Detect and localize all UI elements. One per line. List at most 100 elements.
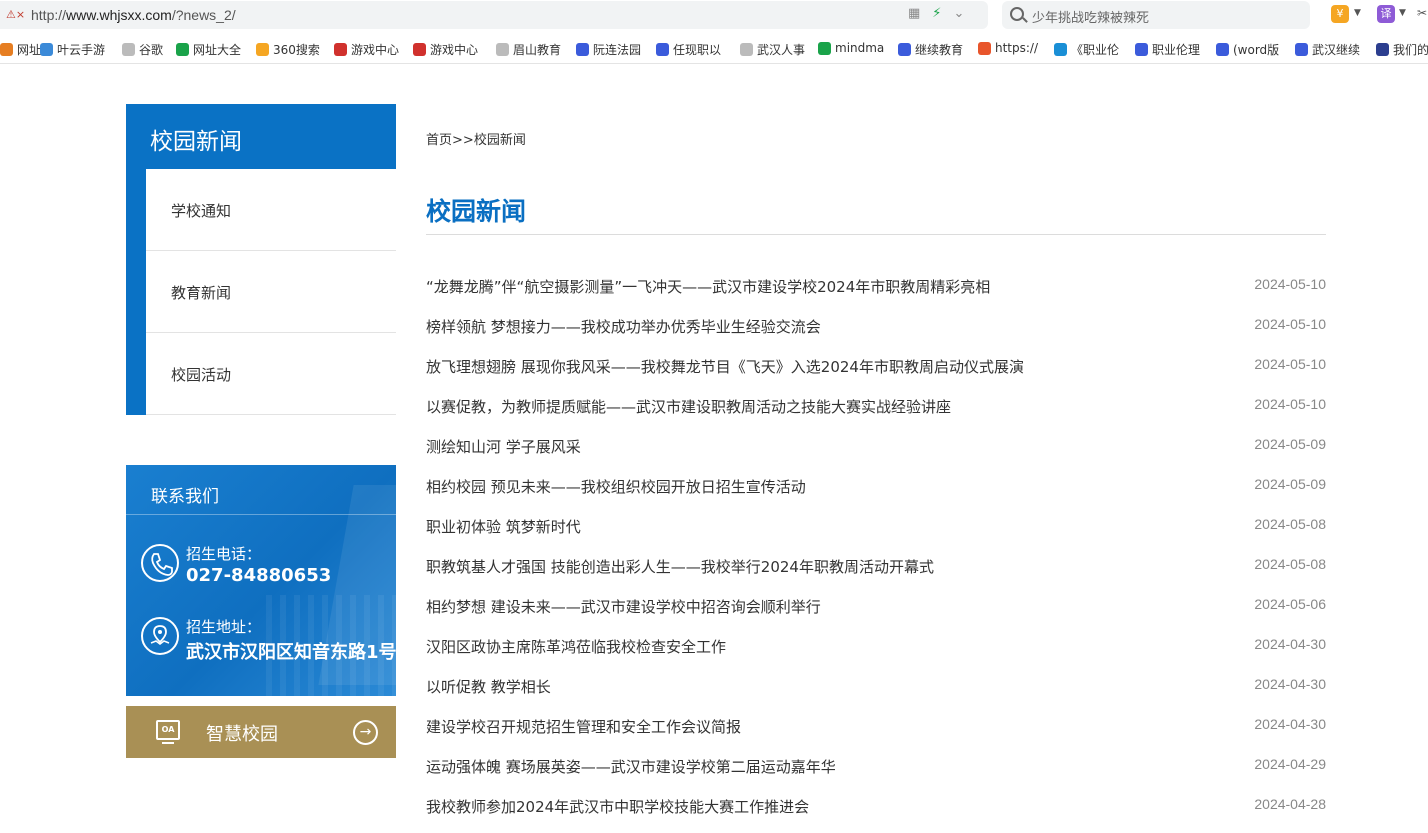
- sidebar-item-campus-activity[interactable]: 校园活动: [146, 333, 396, 415]
- bookmark-item[interactable]: 360搜索: [256, 41, 320, 58]
- bookmark-label: https://: [995, 41, 1039, 55]
- address-label: 招生地址：: [186, 618, 262, 636]
- news-item[interactable]: 职教筑基人才强国 技能创造出彩人生——我校举行2024年职教周活动开幕式 2024…: [426, 545, 1326, 585]
- caret-down-icon[interactable]: ▼: [1399, 8, 1406, 18]
- bookmark-label: 《职业伦: [1071, 43, 1120, 57]
- phone-number: 027-84880653: [186, 565, 332, 586]
- bookmark-item[interactable]: 叶云手游: [40, 41, 105, 58]
- bookmarks-bar: 网址 叶云手游 谷歌 网址大全 360搜索 游戏中心 游戏中心 眉山教育 阮连法园 任现职以 武汉人…: [0, 32, 1428, 64]
- caret-down-icon[interactable]: ▼: [1354, 8, 1361, 18]
- bookmark-item[interactable]: 游戏中心: [413, 41, 478, 58]
- news-item[interactable]: 以赛促教，为教师提质赋能——武汉市建设职教周活动之技能大赛实战经验讲座 2024-…: [426, 385, 1326, 425]
- news-title-link[interactable]: 运动强体魄 赛场展英姿——武汉市建设学校第二届运动嘉年华: [426, 756, 836, 777]
- bookmark-label: 360搜索: [273, 43, 320, 57]
- contact-panel: 联系我们 招生电话： 027-84880653 招生地址： 武汉市汉阳区知音东路…: [126, 465, 396, 696]
- news-date: 2024-05-10: [1254, 276, 1326, 292]
- news-title-link[interactable]: 相约校园 预见未来——我校组织校园开放日招生宣传活动: [426, 476, 806, 497]
- insecure-icon[interactable]: ⚠×: [6, 8, 25, 21]
- bookmark-item[interactable]: 《职业伦: [1054, 41, 1119, 58]
- bookmark-label: mindma: [835, 41, 885, 55]
- bookmark-item[interactable]: 职业伦理: [1135, 41, 1200, 58]
- news-title-link[interactable]: 汉阳区政协主席陈革鸿莅临我校检查安全工作: [426, 636, 726, 657]
- news-item[interactable]: 运动强体魄 赛场展英姿——武汉市建设学校第二届运动嘉年华 2024-04-29: [426, 745, 1326, 785]
- chevron-down-icon[interactable]: ⌄: [953, 6, 964, 21]
- news-title-link[interactable]: 以听促教 教学相长: [426, 676, 551, 697]
- address-url[interactable]: http://www.whjsxx.com/?news_2/: [31, 7, 236, 23]
- bar-icon: [1376, 43, 1389, 56]
- news-date: 2024-05-09: [1254, 436, 1326, 452]
- ring-icon: [256, 43, 269, 56]
- smart-campus-button[interactable]: OA 智慧校园 →: [126, 706, 396, 758]
- news-item[interactable]: 相约梦想 建设未来——武汉市建设学校中招咨询会顺利举行 2024-05-06: [426, 585, 1326, 625]
- bookmark-label: (word版: [1233, 43, 1280, 57]
- qr-code-icon[interactable]: ▦: [908, 6, 920, 21]
- bookmark-item[interactable]: 我们的: [1376, 41, 1428, 58]
- bolt-icon[interactable]: ⚡: [932, 6, 941, 21]
- news-title-link[interactable]: 以赛促教，为教师提质赋能——武汉市建设职教周活动之技能大赛实战经验讲座: [426, 396, 951, 417]
- news-title-link[interactable]: 职业初体验 筑梦新时代: [426, 516, 581, 537]
- paw-icon: [576, 43, 589, 56]
- breadcrumb-home[interactable]: 首页: [426, 133, 452, 148]
- sidebar-item-education-news[interactable]: 教育新闻: [146, 251, 396, 333]
- cloud-icon: [40, 43, 53, 56]
- news-date: 2024-05-10: [1254, 316, 1326, 332]
- sidebar-item-label: 教育新闻: [171, 284, 232, 302]
- bookmark-item[interactable]: 任现职以: [656, 41, 721, 58]
- book-icon: [1054, 43, 1067, 56]
- news-title-link[interactable]: 榜样领航 梦想接力——我校成功举办优秀毕业生经验交流会: [426, 316, 821, 337]
- news-item[interactable]: 建设学校召开规范招生管理和安全工作会议简报 2024-04-30: [426, 705, 1326, 745]
- news-date: 2024-04-30: [1254, 636, 1326, 652]
- bookmark-item[interactable]: 阮连法园: [576, 41, 641, 58]
- bookmark-item[interactable]: 继续教育: [898, 41, 963, 58]
- news-title-link[interactable]: 我校教师参加2024年武汉市中职学校技能大赛工作推进会: [426, 796, 809, 817]
- news-title-link[interactable]: “龙舞龙腾”伴“航空摄影测量”一飞冲天——武汉市建设学校2024年市职教周精彩亮…: [426, 276, 990, 297]
- oa-icon: OA: [156, 720, 180, 744]
- news-list: “龙舞龙腾”伴“航空摄影测量”一飞冲天——武汉市建设学校2024年市职教周精彩亮…: [426, 265, 1326, 825]
- bookmark-label: 继续教育: [915, 43, 964, 57]
- shield-extension-icon[interactable]: ¥: [1331, 5, 1349, 23]
- bookmark-item[interactable]: 武汉人事: [740, 41, 805, 58]
- sidebar-item-school-notice[interactable]: 学校通知: [146, 169, 396, 251]
- bookmark-label: 游戏中心: [430, 43, 479, 57]
- browser-search-box[interactable]: 少年挑战吃辣被辣死: [1002, 1, 1310, 29]
- sidebar-item-label: 学校通知: [171, 202, 232, 220]
- news-title-link[interactable]: 相约梦想 建设未来——武汉市建设学校中招咨询会顺利举行: [426, 596, 821, 617]
- translate-extension-icon[interactable]: 译: [1377, 5, 1395, 23]
- news-item[interactable]: 以听促教 教学相长 2024-04-30: [426, 665, 1326, 705]
- search-placeholder: 少年挑战吃辣被辣死: [1032, 11, 1150, 26]
- news-item[interactable]: 放飞理想翅膀 展现你我风采——我校舞龙节目《飞天》入选2024年市职教周启动仪式…: [426, 345, 1326, 385]
- breadcrumb-current[interactable]: 校园新闻: [474, 133, 526, 148]
- paw-icon: [1135, 43, 1148, 56]
- bookmark-item[interactable]: 游戏中心: [334, 41, 399, 58]
- contact-title: 联系我们: [151, 487, 219, 507]
- address-bar[interactable]: ⚠× http://www.whjsxx.com/?news_2/ ▦ ⚡ ⌄: [0, 1, 988, 29]
- news-item[interactable]: 相约校园 预见未来——我校组织校园开放日招生宣传活动 2024-05-09: [426, 465, 1326, 505]
- smart-campus-label: 智慧校园: [206, 724, 278, 745]
- bookmark-item[interactable]: 眉山教育: [496, 41, 561, 58]
- bookmark-item[interactable]: 武汉继续: [1295, 41, 1360, 58]
- news-item[interactable]: 榜样领航 梦想接力——我校成功举办优秀毕业生经验交流会 2024-05-10: [426, 305, 1326, 345]
- news-item[interactable]: 职业初体验 筑梦新时代 2024-05-08: [426, 505, 1326, 545]
- divider: [426, 234, 1326, 235]
- news-item[interactable]: 我校教师参加2024年武汉市中职学校技能大赛工作推进会 2024-04-28: [426, 785, 1326, 825]
- page-icon: [740, 43, 753, 56]
- bookmark-item[interactable]: 网址: [0, 41, 41, 58]
- news-title-link[interactable]: 职教筑基人才强国 技能创造出彩人生——我校举行2024年职教周活动开幕式: [426, 556, 934, 577]
- bookmark-item[interactable]: mindma: [818, 41, 884, 55]
- news-date: 2024-05-06: [1254, 596, 1326, 612]
- bookmark-item[interactable]: 谷歌: [122, 41, 163, 58]
- scissors-icon[interactable]: ✂: [1417, 6, 1427, 20]
- news-item[interactable]: 测绘知山河 学子展风采 2024-05-09: [426, 425, 1326, 465]
- news-title-link[interactable]: 测绘知山河 学子展风采: [426, 436, 581, 457]
- paw-icon: [898, 43, 911, 56]
- news-item[interactable]: “龙舞龙腾”伴“航空摄影测量”一飞冲天——武汉市建设学校2024年市职教周精彩亮…: [426, 265, 1326, 305]
- bookmark-item[interactable]: 网址大全: [176, 41, 241, 58]
- news-date: 2024-05-09: [1254, 476, 1326, 492]
- chat-icon: [818, 41, 831, 55]
- news-title-link[interactable]: 放飞理想翅膀 展现你我风采——我校舞龙节目《飞天》入选2024年市职教周启动仪式…: [426, 356, 1024, 377]
- bookmark-item[interactable]: (word版: [1216, 41, 1279, 58]
- phone-icon: [141, 544, 179, 582]
- bookmark-item[interactable]: https://: [978, 41, 1038, 55]
- news-title-link[interactable]: 建设学校召开规范招生管理和安全工作会议简报: [426, 716, 741, 737]
- news-item[interactable]: 汉阳区政协主席陈革鸿莅临我校检查安全工作 2024-04-30: [426, 625, 1326, 665]
